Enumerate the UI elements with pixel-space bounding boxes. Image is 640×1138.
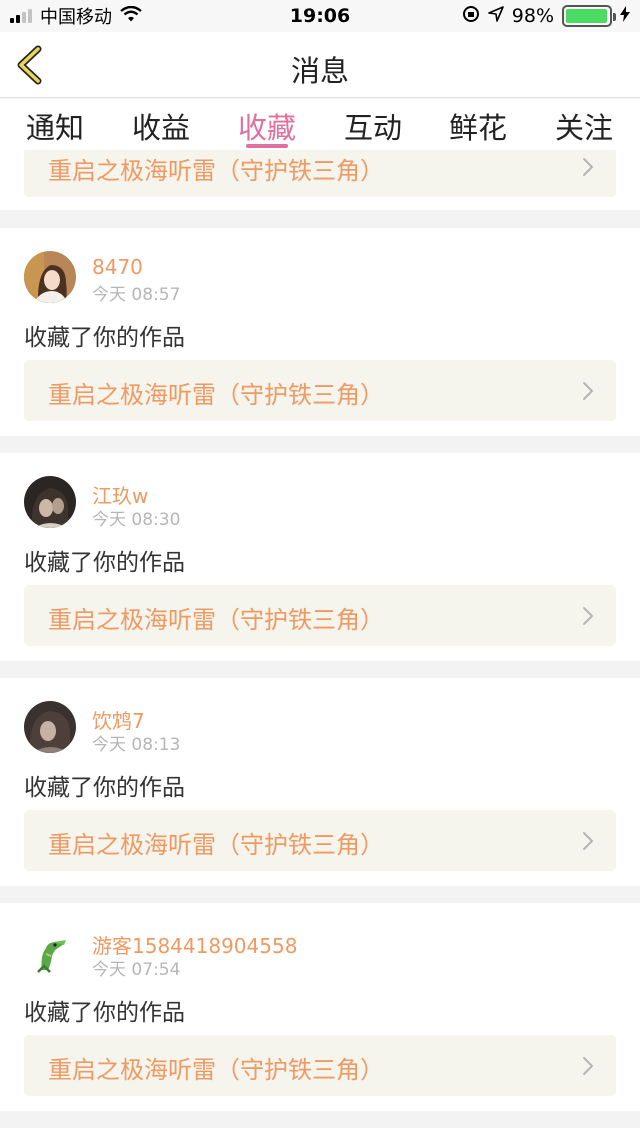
work-title: 重启之极海听雷（守护铁三角） xyxy=(48,381,384,409)
username[interactable]: 8470 xyxy=(92,255,143,279)
timestamp: 今天 07:54 xyxy=(92,960,181,980)
chevron-right-icon xyxy=(583,607,594,625)
status-bar: 中国移动 19:06 98% xyxy=(0,0,640,32)
tab-favorites[interactable]: 收藏 xyxy=(217,105,317,147)
notification-card: 江玖w 今天 08:30 收藏了你的作品 重启之极海听雷（守护铁三角） xyxy=(0,453,640,661)
work-link[interactable]: 重启之极海听雷（守护铁三角） xyxy=(24,810,616,871)
tab-notice[interactable]: 通知 xyxy=(5,105,105,147)
nav-bar: 消息 xyxy=(0,32,640,98)
tab-flowers[interactable]: 鲜花 xyxy=(428,105,528,147)
timestamp: 今天 08:13 xyxy=(92,735,181,755)
avatar-woman xyxy=(24,251,76,303)
notification-list[interactable]: 重启之极海听雷（守护铁三角） 8470 今天 08:57 收藏了你的作品 重启之… xyxy=(0,150,640,1138)
work-link[interactable]: 重启之极海听雷（守护铁三角） xyxy=(24,360,616,421)
avatar[interactable] xyxy=(24,476,76,528)
tab-earnings[interactable]: 收益 xyxy=(111,105,211,147)
chevron-right-icon xyxy=(583,382,594,400)
notification-card-partial xyxy=(0,1128,640,1138)
work-title: 重启之极海听雷（守护铁三角） xyxy=(48,157,384,185)
chevron-right-icon xyxy=(583,1057,594,1075)
tab-interaction[interactable]: 互动 xyxy=(323,105,423,147)
work-title: 重启之极海听雷（守护铁三角） xyxy=(48,606,384,634)
avatar[interactable] xyxy=(24,251,76,303)
tab-bar: 通知 收益 收藏 互动 鲜花 关注 xyxy=(0,99,640,150)
notification-card: 饮鸩7 今天 08:13 收藏了你的作品 重启之极海听雷（守护铁三角） xyxy=(0,678,640,886)
work-title: 重启之极海听雷（守护铁三角） xyxy=(48,831,384,859)
avatar[interactable] xyxy=(24,926,76,978)
rotation-lock-icon xyxy=(462,5,480,28)
notification-card: 8470 今天 08:57 收藏了你的作品 重启之极海听雷（守护铁三角） xyxy=(0,228,640,436)
battery-icon xyxy=(562,5,616,27)
avatar-crocodile xyxy=(24,926,76,978)
tab-follow[interactable]: 关注 xyxy=(534,105,634,147)
work-link[interactable]: 重启之极海听雷（守护铁三角） xyxy=(24,150,616,197)
page-title: 消息 xyxy=(290,54,349,88)
charging-icon xyxy=(620,5,630,27)
action-text: 收藏了你的作品 xyxy=(24,775,185,801)
notification-card-partial: 重启之极海听雷（守护铁三角） xyxy=(0,150,640,210)
battery-percent: 98% xyxy=(511,5,554,27)
chevron-right-icon xyxy=(583,832,594,850)
avatar[interactable] xyxy=(24,701,76,753)
chevron-right-icon xyxy=(583,158,594,176)
avatar-dark-portrait xyxy=(24,476,76,528)
work-title: 重启之极海听雷（守护铁三角） xyxy=(48,1056,384,1084)
timestamp: 今天 08:57 xyxy=(92,285,181,305)
timestamp: 今天 08:30 xyxy=(92,510,181,530)
action-text: 收藏了你的作品 xyxy=(24,1000,185,1026)
notification-card: 游客1584418904558 今天 07:54 收藏了你的作品 重启之极海听雷… xyxy=(0,903,640,1111)
action-text: 收藏了你的作品 xyxy=(24,550,185,576)
work-link[interactable]: 重启之极海听雷（守护铁三角） xyxy=(24,1035,616,1096)
action-text: 收藏了你的作品 xyxy=(24,325,185,351)
location-arrow-icon xyxy=(487,5,504,27)
tab-indicator xyxy=(246,144,288,148)
avatar-dark-portrait xyxy=(24,701,76,753)
work-link[interactable]: 重启之极海听雷（守护铁三角） xyxy=(24,585,616,646)
screen: 中国移动 19:06 98% 消息 通知 收益 收藏 互动 鲜花 关注 重启之极… xyxy=(0,0,640,1138)
